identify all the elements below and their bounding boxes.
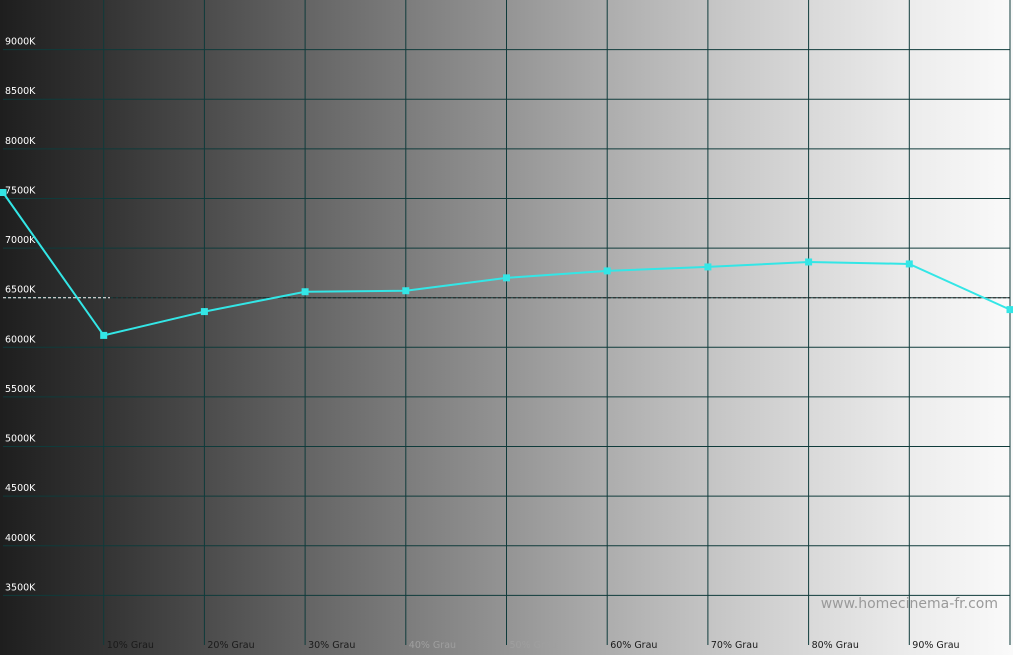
- series-point: [1006, 306, 1013, 314]
- x-tick-label: 10% Grau: [107, 640, 154, 651]
- y-tick-label: 4500K: [5, 483, 36, 494]
- x-tick-label: 40% Grau: [409, 640, 456, 651]
- y-tick-label: 5500K: [5, 384, 36, 395]
- y-tick-label: 4000K: [5, 533, 36, 544]
- series-point: [301, 288, 309, 296]
- y-tick-label: 8000K: [5, 136, 36, 147]
- x-tick-label: 80% Grau: [812, 640, 859, 651]
- y-tick-label: 6000K: [5, 334, 36, 345]
- series-point: [704, 263, 712, 271]
- series-point: [0, 189, 7, 197]
- y-tick-label: 8500K: [5, 86, 36, 97]
- y-tick-label: 5000K: [5, 434, 36, 445]
- x-tick-label: 30% Grau: [308, 640, 355, 651]
- series-point: [200, 308, 208, 316]
- x-tick-label: 90% Grau: [912, 640, 959, 651]
- series-point: [905, 260, 913, 268]
- x-tick-label: 70% Grau: [711, 640, 758, 651]
- series-point: [603, 267, 611, 275]
- y-tick-label: 7000K: [5, 235, 36, 246]
- color-temperature-chart: 9000K 8500K 8000K 7500K 7000K 6500K 6000K 5500K…: [0, 0, 1013, 655]
- series-point: [503, 274, 510, 282]
- series-point: [402, 287, 410, 295]
- x-tick-label: 60% Grau: [610, 640, 657, 651]
- series-point: [805, 258, 813, 266]
- y-tick-label: 3500K: [5, 582, 36, 593]
- y-tick-label: 9000K: [5, 37, 36, 48]
- x-tick-labels: 10% Grau 20% Grau 30% Grau 40% Grau 50% Grau…: [107, 640, 960, 651]
- x-tick-label: 20% Grau: [207, 640, 254, 651]
- series-point: [100, 331, 108, 339]
- y-tick-label: 7500K: [5, 185, 36, 196]
- x-tick-label: 50% Grau: [510, 640, 557, 651]
- watermark: www.homecinema-fr.com: [821, 596, 998, 612]
- y-tick-label: 6500K: [5, 285, 36, 296]
